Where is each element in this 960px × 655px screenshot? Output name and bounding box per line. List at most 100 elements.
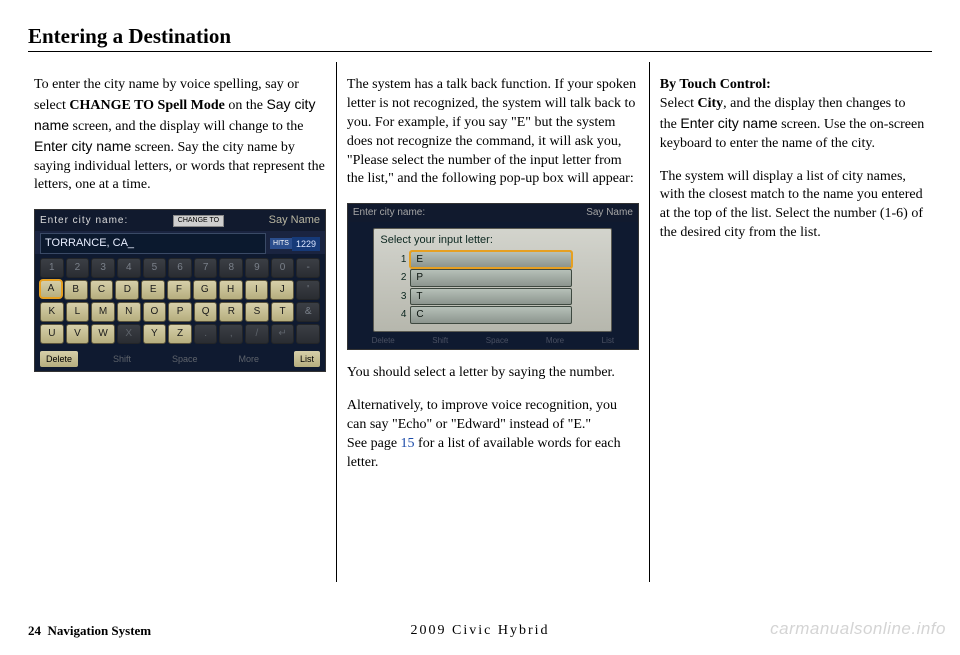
key: E: [141, 280, 165, 300]
key: I: [245, 280, 269, 300]
c2-p4: See page 15 for a list of available word…: [347, 435, 639, 473]
c2-p2: You should select a letter by saying the…: [347, 364, 639, 383]
shift-button: Shift: [107, 351, 137, 367]
c3-subhead: By Touch Control:: [660, 77, 771, 92]
c3-bold: City: [698, 96, 724, 111]
change-to-badge: CHANGE TO: [173, 215, 224, 227]
key: 9: [245, 258, 269, 278]
kbd-row-2: A B C D E F G H I J ': [40, 280, 320, 300]
pop-header: Enter city name: Say Name: [348, 204, 638, 222]
popup-bot-item: Shift: [432, 336, 448, 347]
key: 2: [66, 258, 90, 278]
key: &: [296, 302, 320, 322]
key: -: [296, 258, 320, 278]
key: P: [168, 302, 192, 322]
delete-button: Delete: [40, 351, 78, 367]
key: W: [91, 324, 115, 344]
kbd-input-text: TORRANCE, CA_: [40, 233, 266, 254]
popup-row: 1 E: [398, 251, 605, 269]
space-button: Space: [166, 351, 204, 367]
col1-paragraph: To enter the city name by voice spelling…: [34, 76, 326, 195]
key: 8: [219, 258, 243, 278]
key: 4: [117, 258, 141, 278]
column-3: By Touch Control: Select City, and the d…: [654, 62, 932, 582]
list-button: List: [294, 351, 320, 367]
key: G: [193, 280, 217, 300]
kbd-header-label: Enter city name:: [40, 214, 128, 228]
popup-row: 3 T: [398, 288, 605, 306]
key: 0: [271, 258, 295, 278]
key: U: [40, 324, 64, 344]
kbd-rows: 1 2 3 4 5 6 7 8 9 0 - A B: [35, 254, 325, 349]
keyboard-screenshot: Enter city name: CHANGE TO Say Name TORR…: [34, 209, 326, 372]
popup-label: Select your input letter:: [380, 233, 605, 248]
key: C: [90, 280, 114, 300]
c1-text: on the: [225, 98, 267, 113]
c3-text: Select: [660, 96, 698, 111]
key: B: [64, 280, 88, 300]
popup-row: 2 P: [398, 269, 605, 287]
key: F: [167, 280, 191, 300]
popup-screenshot: Enter city name: Say Name Select your in…: [347, 203, 639, 350]
column-1: To enter the city name by voice spelling…: [28, 62, 332, 582]
say-name-label: Say Name: [269, 213, 320, 228]
page-title: Entering a Destination: [28, 24, 932, 49]
popup-bot-item: Delete: [372, 336, 395, 347]
c2-p4a: See page: [347, 436, 401, 451]
key: 1: [40, 258, 64, 278]
popup-box: Select your input letter: 1 E 2 P 3 T 4: [373, 228, 612, 332]
more-button: More: [232, 351, 265, 367]
key: 3: [91, 258, 115, 278]
content-columns: To enter the city name by voice spelling…: [28, 62, 932, 582]
kbd-row-3: K L M N O P Q R S T &: [40, 302, 320, 322]
page-link: 15: [401, 436, 415, 451]
key: R: [219, 302, 243, 322]
pop-header-label: Enter city name:: [353, 206, 425, 220]
popup-bot-item: Space: [486, 336, 509, 347]
column-separator: [649, 62, 650, 582]
c3-p2: The system will display a list of city n…: [660, 168, 926, 244]
key: N: [117, 302, 141, 322]
watermark: carmanualsonline.info: [770, 619, 946, 639]
pop-sayname: Say Name: [586, 206, 633, 220]
key: ,: [219, 324, 243, 344]
c3-sans: Enter city name: [680, 115, 777, 131]
key: J: [270, 280, 294, 300]
c1-bold: CHANGE TO Spell Mode: [69, 98, 224, 113]
kbd-row-4: U V W X Y Z . , / ↵: [40, 324, 320, 344]
key: D: [115, 280, 139, 300]
kbd-bottom: Delete Shift Space More List: [35, 349, 325, 371]
c1-sans: Enter city name: [34, 138, 131, 154]
popup-row-num: 1: [398, 253, 406, 267]
popup-bottom: Delete Shift Space More List: [348, 336, 638, 347]
kbd-row-1: 1 2 3 4 5 6 7 8 9 0 -: [40, 258, 320, 278]
key: X: [117, 324, 141, 344]
key: Q: [194, 302, 218, 322]
popup-row-val: E: [410, 251, 572, 269]
key: [296, 324, 320, 344]
key: K: [40, 302, 64, 322]
key: V: [66, 324, 90, 344]
column-2: The system has a talk back function. If …: [341, 62, 645, 582]
key: .: [194, 324, 218, 344]
popup-row-val: C: [410, 306, 572, 324]
kbd-input-row: TORRANCE, CA_ HITS 1229: [35, 231, 325, 254]
popup-row: 4 C: [398, 306, 605, 324]
title-rule: [28, 51, 932, 52]
key: Y: [143, 324, 167, 344]
key: M: [91, 302, 115, 322]
c2-p3: Alternatively, to improve voice recognit…: [347, 397, 639, 435]
c3-p1: By Touch Control: Select City, and the d…: [660, 76, 926, 154]
kbd-header: Enter city name: CHANGE TO Say Name: [35, 210, 325, 231]
hits-value: 1229: [292, 237, 320, 251]
key: ↵: [271, 324, 295, 344]
c2-p1: The system has a talk back function. If …: [347, 76, 639, 189]
key: S: [245, 302, 269, 322]
key-highlight: A: [40, 280, 62, 298]
popup-bot-item: List: [602, 336, 614, 347]
key: ': [296, 280, 320, 300]
popup-row-val: P: [410, 269, 572, 287]
key: /: [245, 324, 269, 344]
key: 5: [143, 258, 167, 278]
key: 7: [194, 258, 218, 278]
